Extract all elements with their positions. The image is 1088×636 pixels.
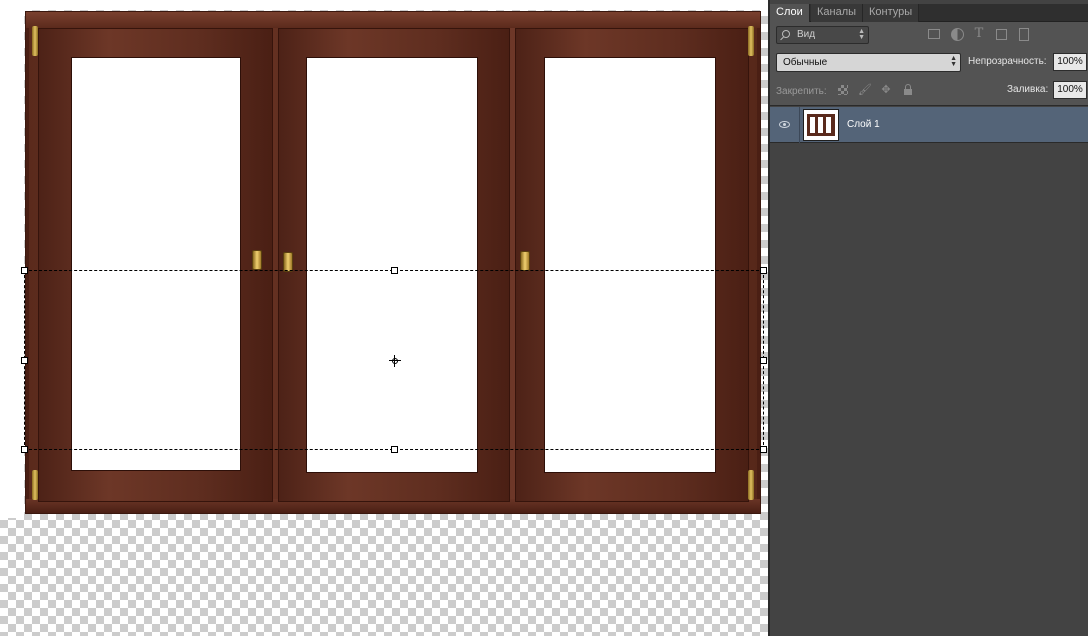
- transform-handle-middle-left[interactable]: [21, 357, 28, 364]
- window-hinge-icon: [748, 26, 754, 56]
- thumbnail-window-preview: [807, 114, 835, 136]
- layers-panel: Слои Каналы Контуры Вид ▲ ▼ T Обычные ▲ ▼ …: [768, 0, 1088, 636]
- eye-icon: [779, 121, 790, 128]
- transform-handle-top-center[interactable]: [391, 267, 398, 274]
- layer-name[interactable]: Слой 1: [847, 119, 880, 130]
- thumbnail-pane: [826, 117, 831, 133]
- fill-field[interactable]: 100%: [1053, 81, 1087, 99]
- window-hinge-icon: [32, 26, 38, 56]
- lock-fill-row: Закрепить: 🖌 ✥ Заливка: 100%: [770, 76, 1088, 106]
- blend-opacity-row: Обычные ▲ ▼ Непрозрачность: 100%: [770, 48, 1088, 76]
- window-handle-icon: [520, 251, 530, 271]
- panel-tab-bar: Слои Каналы Контуры: [770, 4, 1088, 22]
- layers-list-empty-area: [770, 144, 1088, 636]
- transform-handle-bottom-right[interactable]: [760, 446, 767, 453]
- smart-object-filter-icon[interactable]: [1016, 27, 1030, 41]
- tab-layers[interactable]: Слои: [770, 4, 810, 22]
- transform-bounding-box[interactable]: [21, 267, 767, 453]
- opacity-field[interactable]: 100%: [1053, 53, 1087, 71]
- lock-position-icon[interactable]: ✥: [880, 84, 892, 96]
- blend-mode-value: Обычные: [783, 57, 828, 68]
- window-top-rail: [26, 12, 760, 28]
- transform-reference-point-icon[interactable]: [389, 355, 401, 367]
- fill-label: Заливка:: [1007, 84, 1049, 95]
- transform-handle-middle-right[interactable]: [760, 357, 767, 364]
- tab-paths[interactable]: Контуры: [863, 4, 920, 22]
- layer-kind-filter-select[interactable]: Вид ▲ ▼: [776, 26, 869, 44]
- window-handle-icon: [252, 250, 262, 270]
- kind-filter-label: Вид: [797, 29, 816, 40]
- canvas-white-margin-left: [0, 0, 24, 518]
- transform-handle-bottom-center[interactable]: [391, 446, 398, 453]
- opacity-label: Непрозрачность:: [968, 56, 1047, 67]
- adjustment-filter-icon[interactable]: [950, 27, 964, 41]
- thumbnail-pane: [810, 117, 815, 133]
- blend-mode-select[interactable]: Обычные ▲ ▼: [776, 53, 961, 72]
- layer-visibility-toggle[interactable]: [770, 107, 800, 143]
- transform-handle-top-right[interactable]: [760, 267, 767, 274]
- canvas-white-margin-top: [0, 0, 768, 10]
- layer-filter-row: Вид ▲ ▼ T: [770, 22, 1088, 48]
- transform-handle-bottom-left[interactable]: [21, 446, 28, 453]
- stepper-arrows-icon: ▲ ▼: [950, 55, 957, 68]
- window-handle-icon: [283, 252, 293, 272]
- lock-image-pixels-icon[interactable]: 🖌: [858, 84, 872, 96]
- transform-handle-top-left[interactable]: [21, 267, 28, 274]
- lock-all-icon[interactable]: [902, 84, 914, 96]
- window-hinge-icon: [748, 470, 754, 500]
- layer-thumbnail[interactable]: [803, 109, 839, 141]
- image-filter-icon[interactable]: [928, 29, 940, 39]
- type-filter-icon[interactable]: T: [972, 27, 986, 41]
- document-canvas[interactable]: [0, 0, 768, 636]
- shape-filter-icon[interactable]: [994, 27, 1008, 41]
- window-hinge-icon: [32, 470, 38, 500]
- layer-item[interactable]: Слой 1: [770, 107, 1088, 143]
- tab-channels[interactable]: Каналы: [811, 4, 864, 22]
- lock-transparent-pixels-icon[interactable]: [838, 85, 848, 95]
- stepper-arrows-icon: ▲ ▼: [858, 28, 865, 41]
- thumbnail-pane: [818, 117, 823, 133]
- search-icon: [782, 30, 790, 38]
- lock-label: Закрепить:: [776, 86, 827, 97]
